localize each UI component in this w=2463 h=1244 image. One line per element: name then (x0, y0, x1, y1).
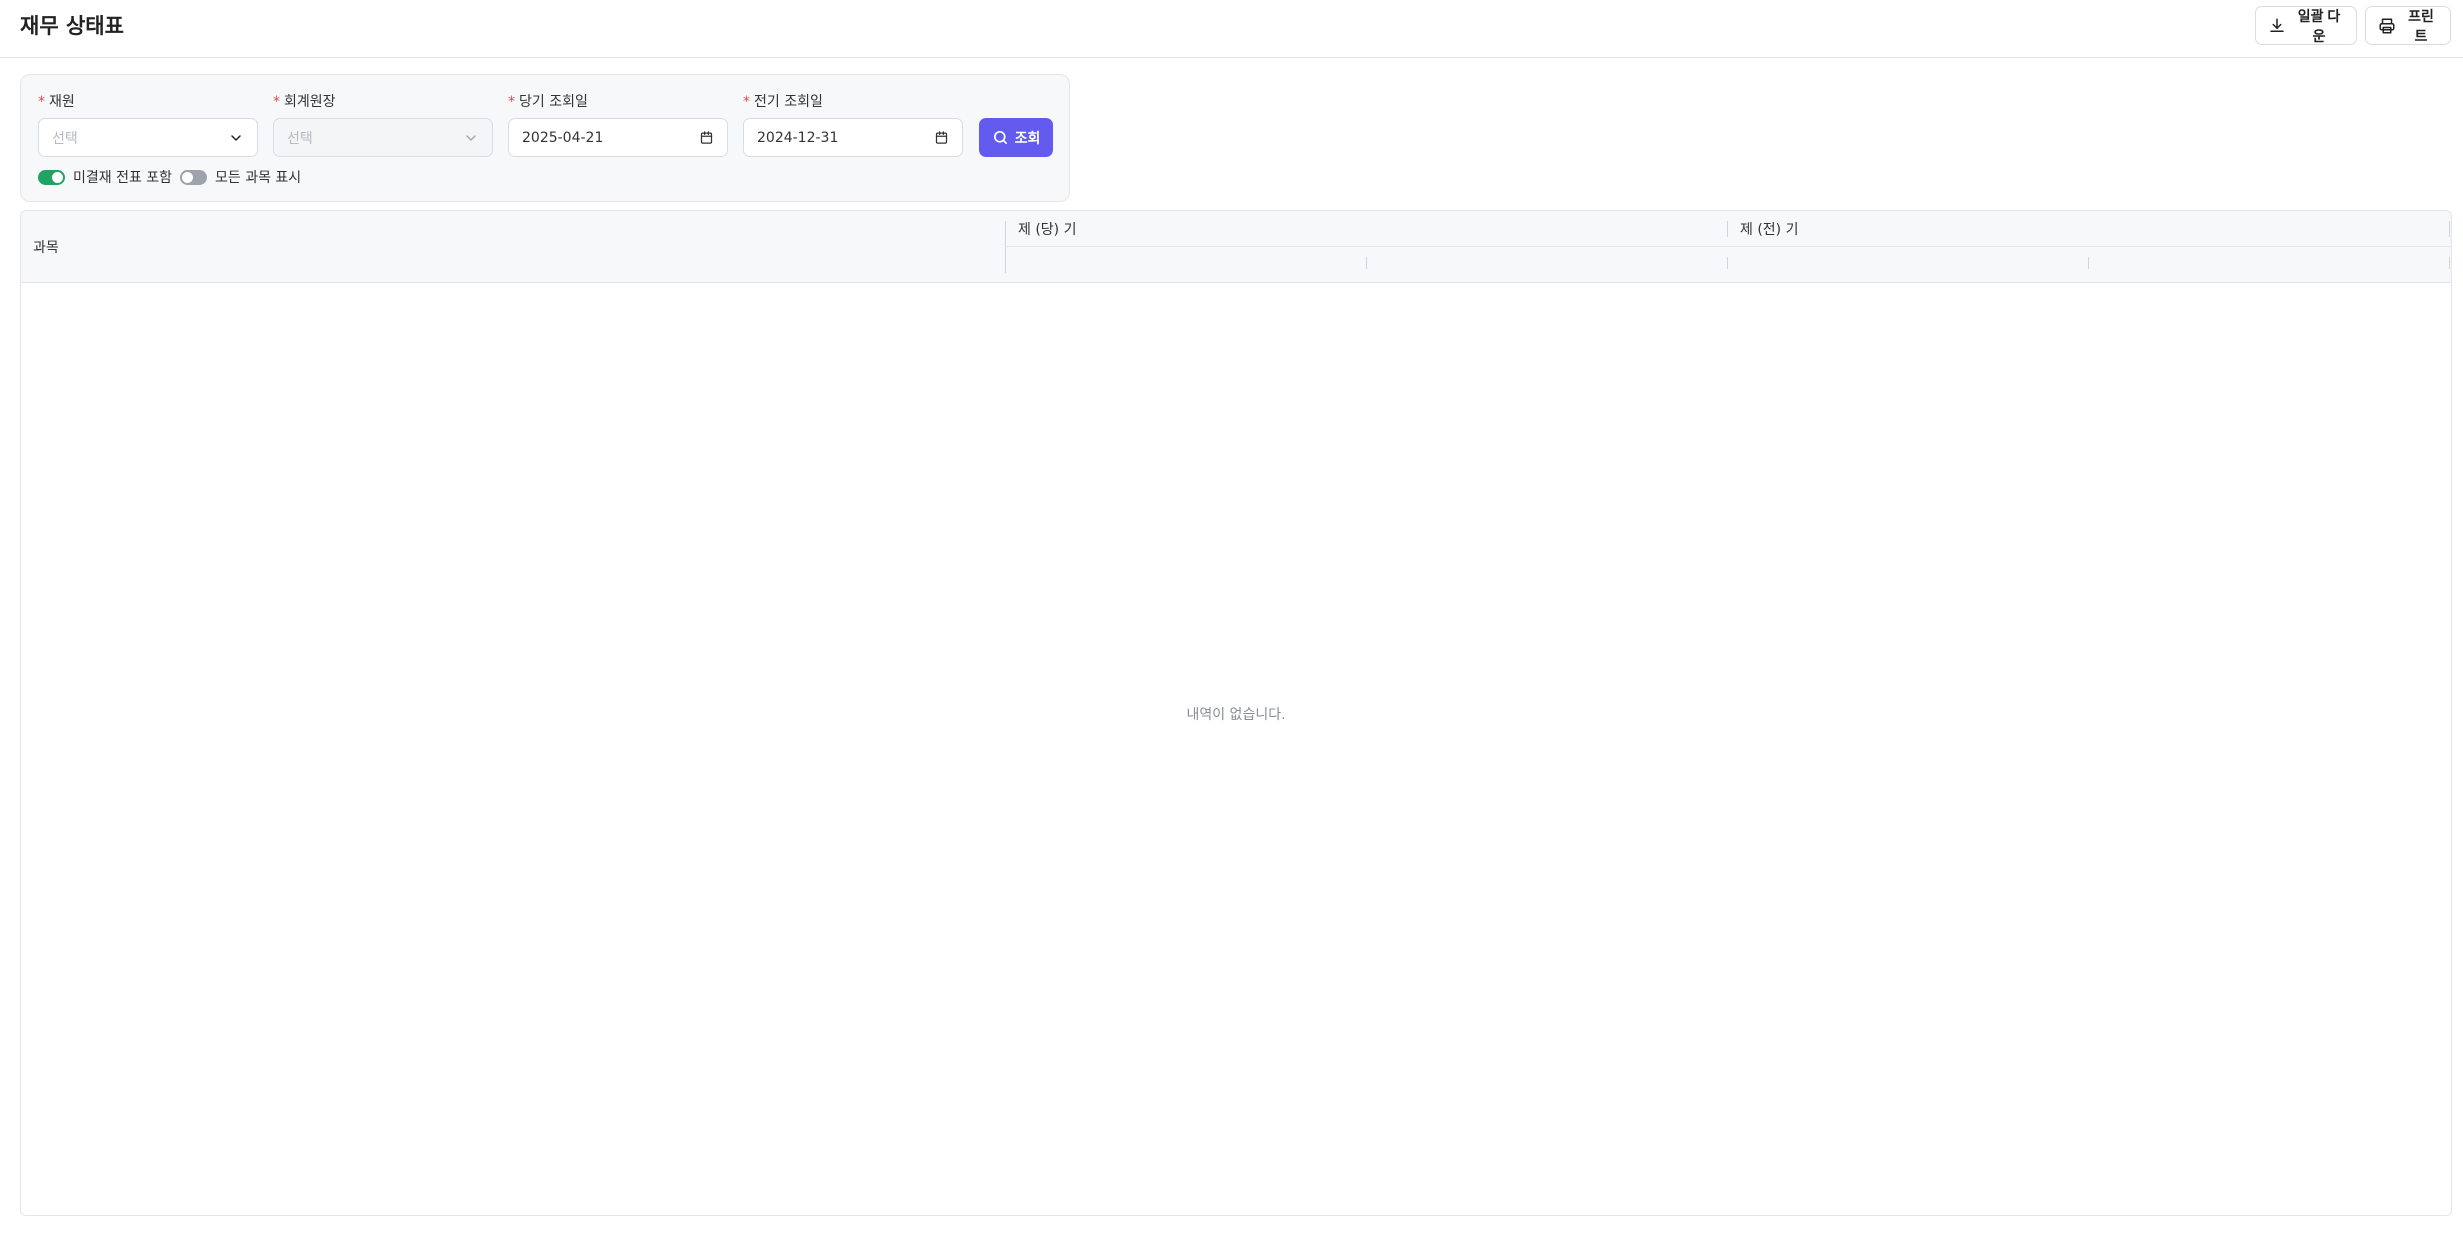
subcolumn-divider (2449, 257, 2450, 269)
ledger-select[interactable]: 선택 (273, 118, 493, 157)
header-subrow-divider (1005, 246, 2451, 247)
column-header-subject[interactable]: 과목 (33, 237, 59, 257)
show-all-accounts-toggle-row: 모든 과목 표시 (180, 167, 301, 187)
required-mark: * (38, 94, 45, 110)
show-all-accounts-toggle[interactable] (180, 169, 207, 185)
search-icon (992, 129, 1009, 146)
search-button[interactable]: 조회 (979, 118, 1053, 157)
fund-label: * 재원 (38, 94, 75, 110)
previous-date-value: 2024-12-31 (757, 129, 839, 146)
chevron-down-icon (463, 130, 479, 146)
previous-date-input[interactable]: 2024-12-31 (743, 118, 963, 157)
include-unapproved-label: 미결재 전표 포함 (73, 170, 173, 186)
print-label: 프린트 (2408, 7, 2434, 44)
table-header: 과목 제 (당) 기 제 (전) 기 (21, 211, 2451, 283)
calendar-icon[interactable] (699, 130, 714, 145)
column-header-previous[interactable]: 제 (전) 기 (1740, 219, 1798, 239)
previous-date-label: * 전기 조회일 (743, 94, 823, 110)
subcolumn-divider (1727, 257, 1728, 269)
current-date-input[interactable]: 2025-04-21 (508, 118, 728, 157)
chevron-down-icon (228, 130, 244, 146)
required-mark: * (273, 94, 280, 110)
calendar-icon[interactable] (934, 130, 949, 145)
fund-select-placeholder: 선택 (52, 130, 78, 147)
current-date-value: 2025-04-21 (522, 129, 604, 146)
print-button[interactable]: 프린트 (2365, 6, 2451, 45)
search-button-label: 조회 (1014, 129, 1041, 146)
page-header: 재무 상태표 일괄 다운 프린트 (0, 0, 2463, 58)
balance-sheet-table: 과목 제 (당) 기 제 (전) 기 내역이 없습니다. (20, 210, 2452, 1216)
required-mark: * (508, 94, 515, 110)
column-divider (1005, 221, 1006, 273)
required-mark: * (743, 94, 750, 110)
filter-panel: * 재원 선택 * 회계원장 선택 * 당기 조회일 2025-04-21 * 전기 조… (20, 74, 1070, 202)
printer-icon (2378, 17, 2396, 35)
ledger-select-placeholder: 선택 (287, 130, 313, 147)
ledger-label: * 회계원장 (273, 94, 336, 110)
empty-state-message: 내역이 없습니다. (1186, 707, 1286, 723)
include-unapproved-toggle-row: 미결재 전표 포함 (38, 167, 172, 187)
excel-download-label: 일괄 다운 (2297, 7, 2341, 44)
column-divider (1727, 221, 1728, 237)
column-header-current[interactable]: 제 (당) 기 (1018, 219, 1076, 239)
fund-select[interactable]: 선택 (38, 118, 258, 157)
page-title: 재무 상태표 (20, 14, 124, 38)
column-divider (2449, 221, 2450, 237)
excel-download-button[interactable]: 일괄 다운 (2255, 6, 2357, 45)
subcolumn-divider (2088, 257, 2089, 269)
include-unapproved-toggle[interactable] (38, 169, 65, 185)
current-date-label: * 당기 조회일 (508, 94, 588, 110)
download-icon (2268, 17, 2286, 35)
subcolumn-divider (1366, 257, 1367, 269)
show-all-accounts-label: 모든 과목 표시 (215, 170, 302, 186)
